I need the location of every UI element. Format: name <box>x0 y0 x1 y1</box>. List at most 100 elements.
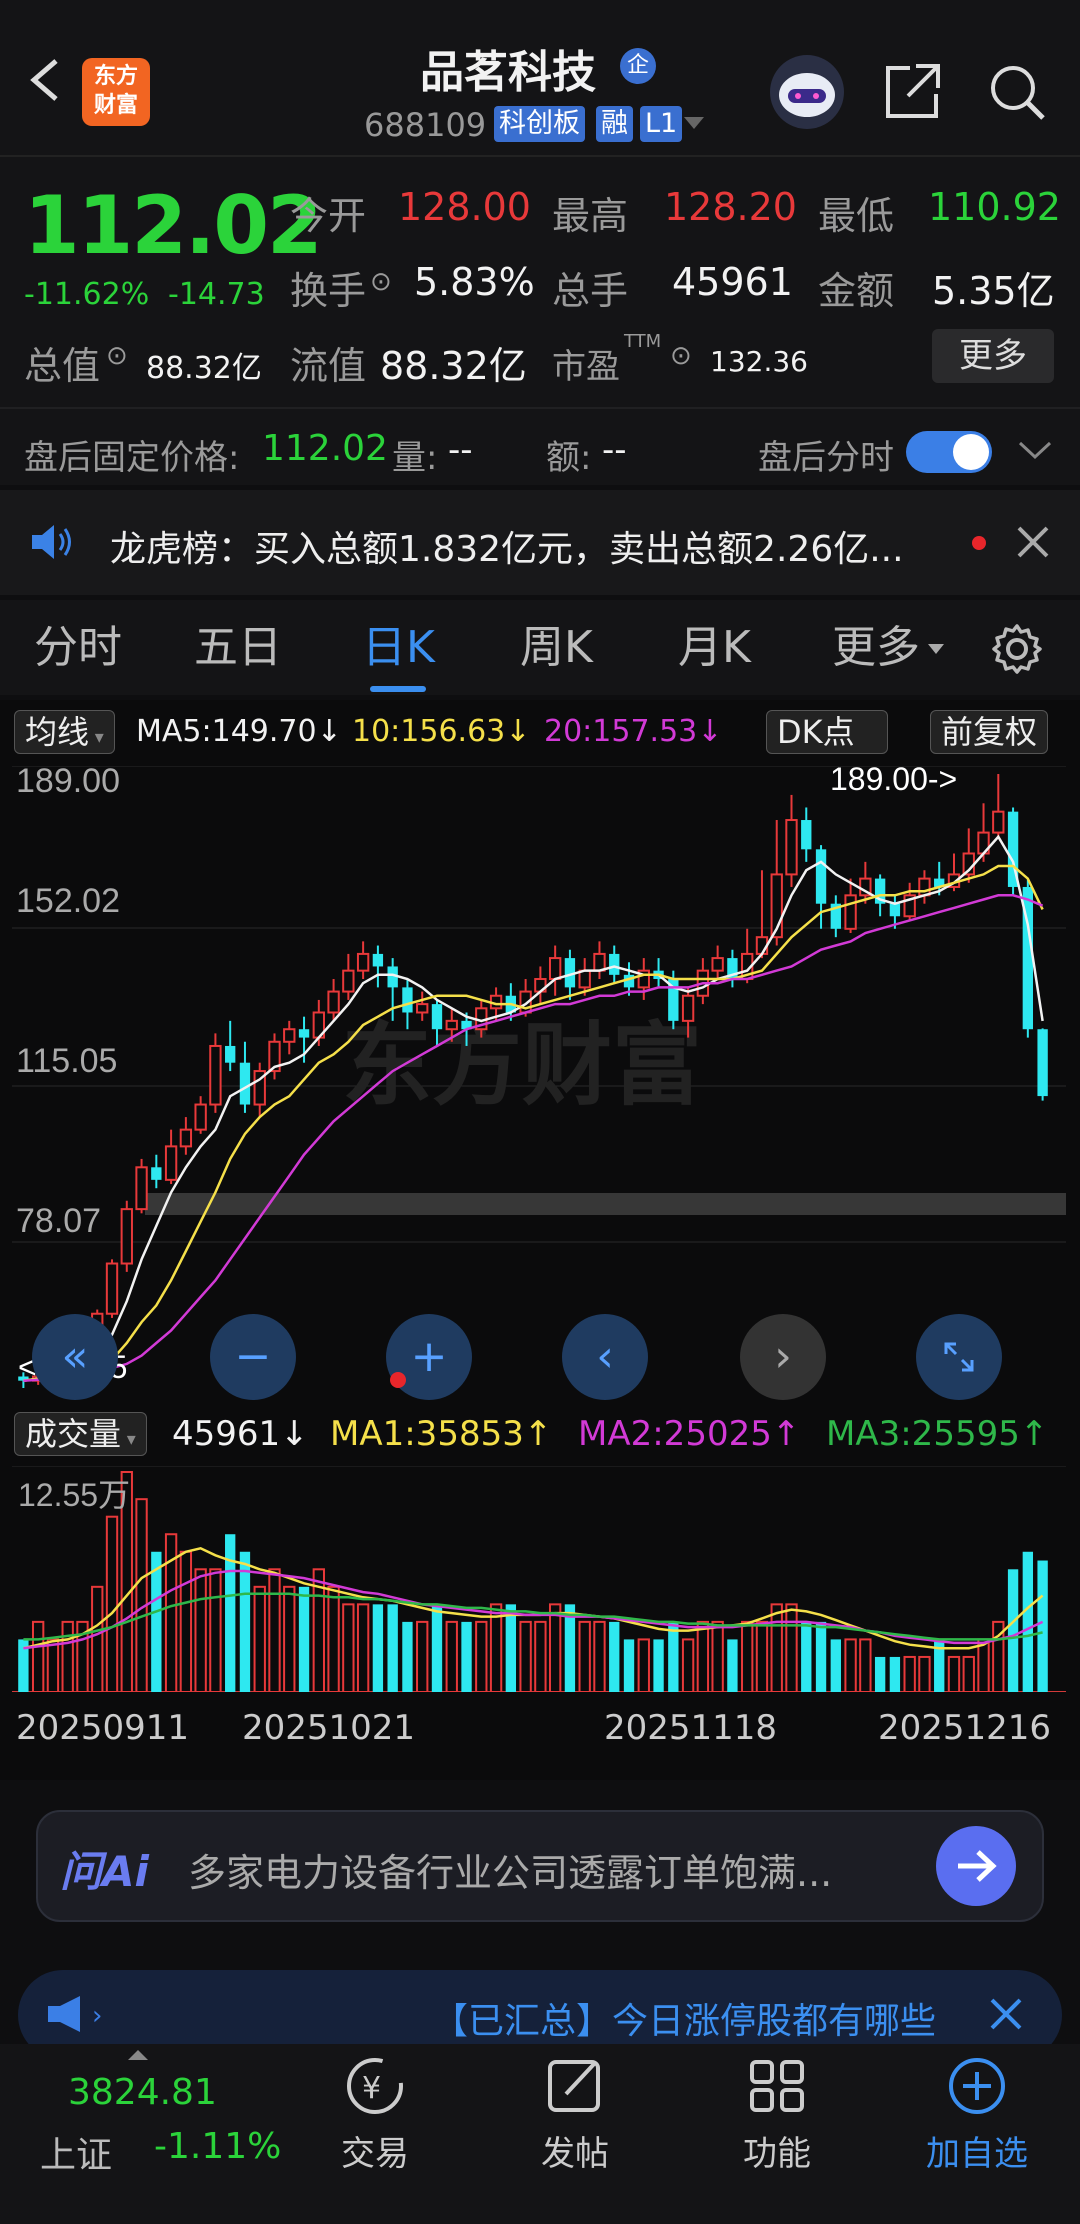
tab-month-k[interactable]: 月K <box>678 600 751 695</box>
turnover-info-icon[interactable]: ⊙ <box>370 267 392 297</box>
candle-body <box>135 1166 148 1211</box>
bottom-nav: 3824.81 上证 -1.11% ¥ 交易 发帖 功能 加自选 <box>0 2044 1080 2224</box>
notice-dot <box>972 536 986 550</box>
volume-selector[interactable]: 成交量 ▾ <box>14 1412 147 1456</box>
float-value: 88.32亿 <box>380 344 527 388</box>
fullscreen-button[interactable] <box>916 1314 1002 1400</box>
ma10-value: 10:156.63↓ <box>352 714 531 749</box>
volume-bar <box>387 1604 398 1692</box>
nav-trade-label: 交易 <box>341 2134 409 2174</box>
pe-label: 市盈 <box>552 347 620 387</box>
mktcap-value: 88.32亿 <box>146 351 262 386</box>
dk-point-button[interactable]: DK点 <box>766 710 888 754</box>
pe-sup: TTM <box>624 331 662 352</box>
mktcap-label: 总值 <box>24 344 101 388</box>
low-label: 最低 <box>818 194 895 238</box>
settings-gear-icon[interactable] <box>990 622 1044 680</box>
index-value[interactable]: 3824.81 <box>68 2072 217 2113</box>
high-value: 128.20 <box>664 185 797 229</box>
stock-code: 688109 <box>364 106 487 144</box>
app-logo: 东方 财富 <box>82 58 150 126</box>
trade-icon: ¥ <box>347 2058 403 2114</box>
after-hours-price: 112.02 <box>262 428 388 469</box>
volume-bar <box>1022 1551 1034 1692</box>
nav-add-watchlist[interactable]: 加自选 <box>922 2054 1032 2175</box>
dropdown-icon[interactable] <box>684 117 704 129</box>
candle-body <box>918 877 931 897</box>
candle-body <box>431 1004 443 1030</box>
volume-bar <box>1037 1560 1048 1692</box>
robot-avatar-icon[interactable] <box>770 55 844 129</box>
nav-functions[interactable]: 功能 <box>732 2054 822 2175</box>
volume-bar <box>372 1604 384 1692</box>
ma-selector-label: 均线 <box>25 713 90 751</box>
tab-week-k[interactable]: 周K <box>520 600 593 695</box>
tab-more[interactable]: 更多 <box>832 600 920 695</box>
volume-selector-label: 成交量 <box>25 1415 122 1453</box>
volume-bar <box>874 1656 886 1692</box>
search-icon[interactable] <box>985 60 1049 124</box>
share-icon[interactable] <box>880 60 944 124</box>
qi-badge: 企 <box>620 48 656 84</box>
candle-body <box>681 994 695 1022</box>
open-label: 今开 <box>290 194 367 238</box>
after-hours-timeshare-label: 盘后分时 <box>758 438 894 478</box>
high-label: 最高 <box>552 194 629 238</box>
tab-five-day[interactable]: 五日 <box>194 600 282 695</box>
more-button[interactable]: 更多 <box>932 329 1054 383</box>
float-label: 流值 <box>290 344 367 388</box>
megaphone-icon: › <box>44 1994 114 2038</box>
mktcap-info-icon[interactable]: ⊙ <box>106 341 128 371</box>
ai-send-button[interactable] <box>936 1826 1016 1906</box>
zoom-out-button[interactable]: − <box>210 1314 296 1400</box>
jump-start-button[interactable]: « <box>32 1314 118 1400</box>
volume-bar <box>815 1621 827 1692</box>
volume-bar <box>225 1534 236 1692</box>
turnover-label: 换手 <box>290 269 367 313</box>
y-label-3: 115.05 <box>16 1042 117 1080</box>
volume-chart[interactable]: 12.55万 <box>12 1466 1066 1692</box>
back-icon[interactable] <box>20 55 70 105</box>
candle-body <box>889 903 901 917</box>
collapse-chevron-icon[interactable] <box>1018 439 1052 465</box>
after-hours-toggle[interactable] <box>906 431 992 473</box>
volume-bar <box>653 1639 664 1692</box>
marker-dot <box>390 1372 406 1388</box>
svg-text:¥: ¥ <box>362 2071 381 2106</box>
nav-trade[interactable]: ¥ 交易 <box>330 2054 420 2175</box>
scroll-left-button[interactable]: ‹ <box>562 1314 648 1400</box>
ma-selector[interactable]: 均线 ▾ <box>14 710 115 754</box>
close-icon[interactable] <box>1015 524 1051 564</box>
candle-body <box>120 1208 133 1265</box>
board-tag: 科创板 <box>494 106 585 142</box>
candle-body <box>164 1145 178 1181</box>
tab-day-k[interactable]: 日K <box>362 600 435 695</box>
nav-post[interactable]: 发帖 <box>530 2054 620 2175</box>
candle-body <box>416 1003 429 1014</box>
after-hours-vol: -- <box>448 430 473 470</box>
candle-body <box>785 819 798 876</box>
date-axis: 20250911 20251021 20251118 20251216 <box>12 1694 1066 1774</box>
change-amount: -14.73 <box>168 277 265 312</box>
volume-value: 45961 <box>672 260 793 304</box>
margin-tag: 融 <box>596 106 633 142</box>
svg-text:›: › <box>92 2001 102 2031</box>
after-hours-label: 盘后固定价格: <box>24 438 240 478</box>
adjust-button[interactable]: 前复权 <box>930 710 1049 754</box>
index-change: -1.11% <box>154 2126 282 2167</box>
banner-close-icon[interactable] <box>988 1996 1024 2036</box>
volume-bar <box>830 1639 841 1692</box>
nav-post-label: 发帖 <box>541 2134 609 2174</box>
quote-panel: 112.02 -11.62% -14.73 今开 128.00 最高 128.2… <box>0 157 1080 485</box>
vol-ma3: MA3:25595↑ <box>826 1414 1049 1454</box>
volume-bar <box>505 1604 517 1692</box>
volume-label: 总手 <box>552 269 629 313</box>
scroll-right-button[interactable]: › <box>740 1314 826 1400</box>
kline-chart[interactable]: 东方财富 189.00 152.02 115.05 78.07 189.00->… <box>12 766 1066 1406</box>
tab-timeshare[interactable]: 分时 <box>34 600 122 695</box>
notice-bar[interactable]: 龙虎榜：买入总额1.832亿元，卖出总额2.26亿... <box>0 490 1080 595</box>
top-header: 东方 财富 品茗科技 企 688109 科创板 融 L1 <box>0 0 1080 155</box>
date-label-1: 20250911 <box>16 1708 190 1748</box>
pe-info-icon[interactable]: ⊙ <box>670 341 692 371</box>
ai-search-bar[interactable]: 问Ai 多家电力设备行业公司透露订单饱满... <box>36 1810 1044 1922</box>
